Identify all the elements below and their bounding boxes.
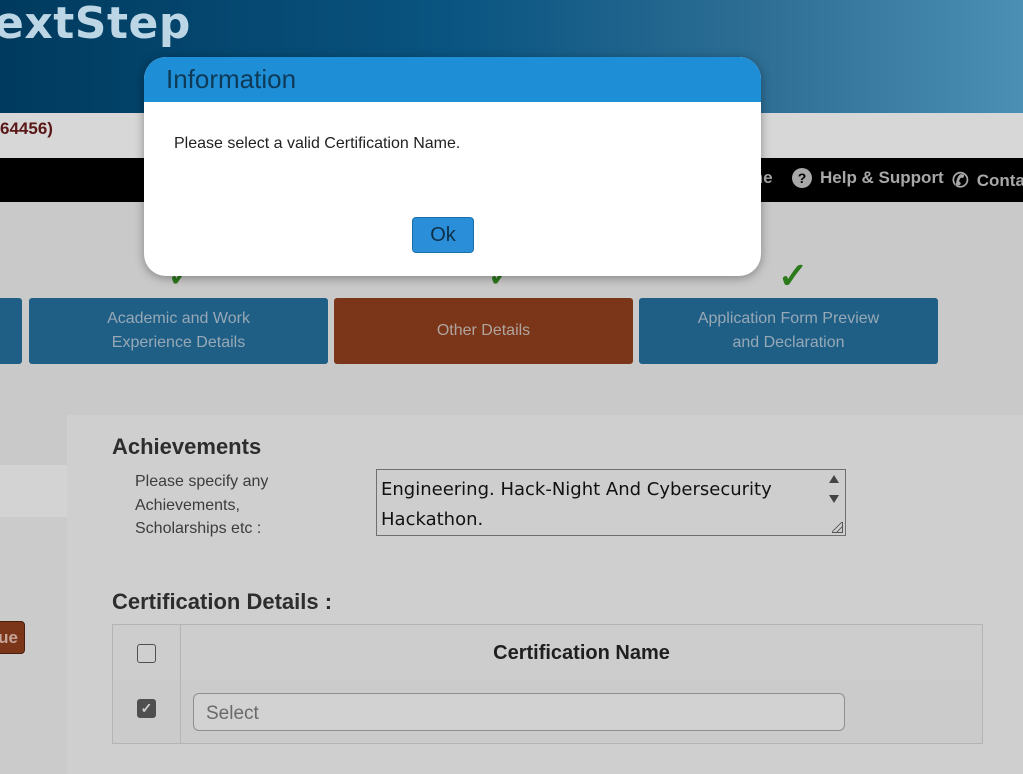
question-circle-icon: ? xyxy=(792,168,812,188)
achievements-label: Please specify any Achievements, Scholar… xyxy=(135,473,269,537)
scroll-up-arrow-icon[interactable] xyxy=(829,475,839,483)
step-label-line1: Application Form Preview xyxy=(697,310,880,327)
step-label-line2: and Declaration xyxy=(732,334,845,351)
nav-item-label: Help & Support xyxy=(820,168,944,187)
certification-name-select[interactable]: Select xyxy=(193,693,845,731)
ok-button[interactable]: Ok xyxy=(412,217,474,253)
resize-grip-icon[interactable] xyxy=(832,522,843,533)
table-header-row: Certification Name xyxy=(113,625,982,682)
step-label-line1: Other Details xyxy=(436,322,531,339)
certification-name-column-header: Certification Name xyxy=(493,642,670,664)
step-other-details[interactable]: Other Details xyxy=(334,298,633,364)
certification-heading: Certification Details : xyxy=(112,589,333,614)
continue-button[interactable]: ue xyxy=(0,621,25,654)
nav-item-contact[interactable]: ✆ Conta xyxy=(952,168,1023,193)
information-dialog: Information Please select a valid Certif… xyxy=(144,57,761,276)
phone-icon: ✆ xyxy=(952,170,969,192)
step-label-line2: Experience Details xyxy=(111,334,246,351)
row-checkbox[interactable]: ✓ xyxy=(137,699,156,718)
scroll-down-arrow-icon[interactable] xyxy=(829,495,839,503)
nav-item-label: Conta xyxy=(976,170,1023,190)
left-sidebar-section xyxy=(0,465,67,517)
achievements-textarea[interactable]: Engineering. Hack-Night And Cybersecurit… xyxy=(376,469,846,536)
step-label-line1: Academic and Work xyxy=(107,310,250,327)
step-complete-check-icon: ✓ xyxy=(778,255,809,296)
dialog-title: Information xyxy=(144,57,761,102)
table-row: ✓ Select xyxy=(113,681,982,743)
brand-logo-text: extStep xyxy=(0,0,191,49)
step-previous[interactable] xyxy=(0,298,22,364)
achievements-value: Engineering. Hack-Night And Cybersecurit… xyxy=(381,479,772,530)
achievements-heading: Achievements xyxy=(112,434,262,459)
textarea-scrollbar[interactable] xyxy=(823,470,845,535)
nav-item-help-support[interactable]: ? Help & Support xyxy=(792,168,944,188)
dialog-message: Please select a valid Certification Name… xyxy=(174,135,461,152)
step-preview-declaration[interactable]: Application Form Preview and Declaration xyxy=(639,298,938,364)
step-academic-work[interactable]: Academic and Work Experience Details xyxy=(29,298,328,364)
certification-table: Certification Name ✓ Select xyxy=(112,624,983,744)
column-divider xyxy=(180,681,181,743)
select-value: Select xyxy=(206,703,259,724)
select-all-checkbox[interactable] xyxy=(137,644,156,663)
registration-number: 64456) xyxy=(0,119,53,138)
